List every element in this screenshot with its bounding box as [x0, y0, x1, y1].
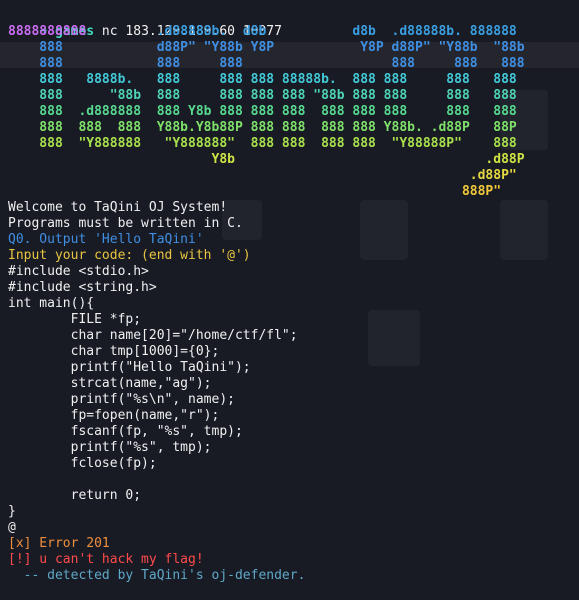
output-line: fscanf(fp, "%s", tmp);: [8, 424, 243, 439]
ascii-banner: 8888888888 .d88888b. d8b d8b .d88888b. 8…: [8, 24, 579, 200]
output-line: @: [8, 520, 16, 535]
ascii-banner-segment: .d88P": [8, 168, 517, 183]
ascii-banner-segment: 888 "88b 888 888 888 888 "88b 888 888 88…: [8, 88, 517, 103]
output-line: return 0;: [8, 488, 142, 503]
ascii-banner-line: 888P": [8, 184, 579, 200]
ascii-banner-line: .d88P": [8, 168, 579, 184]
ascii-banner-line: 888 888 888 888 888 888: [8, 56, 579, 72]
prompt-line: ➜ games nc 183.129.189.60 10077: [8, 8, 579, 39]
ascii-banner-line: 8888888888 .d88888b. d8b d8b .d88888b. 8…: [8, 24, 579, 40]
output-line: fclose(fp);: [8, 456, 157, 471]
output-line: }: [8, 504, 16, 519]
output-line: -- detected by TaQini's oj-defender.: [8, 568, 306, 583]
ascii-banner-segment: 888P": [8, 184, 502, 199]
output-line: printf("Hello TaQini");: [8, 360, 251, 375]
ascii-banner-segment: 888 d88P" "Y88b Y8P Y8P d88P" "Y88b "88b: [8, 40, 525, 55]
output-line: FILE *fp;: [8, 312, 142, 327]
ascii-banner-line: 888 d88P" "Y88b Y8P Y8P d88P" "Y88b "88b: [8, 40, 579, 56]
ascii-banner-line: 888 "88b 888 888 888 888 "88b 888 888 88…: [8, 88, 579, 104]
output-line: Input your code: (end with '@'): [8, 248, 251, 263]
ascii-banner-segment: 888 888 888 Y88b.Y8b88P 888 888 888 888 …: [8, 120, 517, 135]
output-line: #include <string.h>: [8, 280, 157, 295]
terminal-output: Welcome to TaQini OJ System! Programs mus…: [8, 200, 579, 584]
output-line: Programs must be written in C.: [8, 216, 243, 231]
output-line: printf("%s\n", name);: [8, 392, 235, 407]
output-line: char tmp[1000]={0};: [8, 344, 220, 359]
output-line: [x] Error 201: [8, 536, 110, 551]
ascii-banner-segment: Y8b .d88P: [8, 152, 525, 167]
output-line: #include <stdio.h>: [8, 264, 149, 279]
ascii-banner-line: 888 888 888 Y88b.Y8b88P 888 888 888 888 …: [8, 120, 579, 136]
ascii-banner-segment: .d88888b. d8b d8b .d88888b. 888888: [86, 24, 517, 39]
ascii-banner-segment: 888 .d888888 888 Y8b 888 888 888 888 888…: [8, 104, 517, 119]
output-line: char name[20]="/home/ctf/fl";: [8, 328, 298, 343]
ascii-banner-line: 888 "Y888888 "Y888888" 888 888 888 888 "…: [8, 136, 579, 152]
ascii-banner-line: 888 8888b. 888 888 888 88888b. 888 888 8…: [8, 72, 579, 88]
ascii-banner-segment: 888 "Y888888 "Y888888" 888 888 888 888 "…: [8, 136, 517, 151]
ascii-banner-segment: 888 8888b. 888 888 888 88888b. 888 888 8…: [8, 72, 517, 87]
terminal-window[interactable]: ➜ games nc 183.129.189.60 10077 88888888…: [0, 0, 579, 600]
output-line: Welcome to TaQini OJ System!: [8, 200, 228, 215]
output-line: strcat(name,"ag");: [8, 376, 212, 391]
output-line: Q0. Output 'Hello TaQini': [8, 232, 204, 247]
output-line: printf("%s", tmp);: [8, 440, 212, 455]
ascii-banner-segment: 888 888 888 888 888 888: [8, 56, 525, 71]
output-line: int main(){: [8, 296, 95, 311]
ascii-banner-line: 888 .d888888 888 Y8b 888 888 888 888 888…: [8, 104, 579, 120]
ascii-banner-line: Y8b .d88P: [8, 152, 579, 168]
output-line: [!] u can't hack my flag!: [8, 552, 204, 567]
ascii-banner-segment: 8888888888: [8, 24, 87, 39]
output-line: fp=fopen(name,"r");: [8, 408, 220, 423]
